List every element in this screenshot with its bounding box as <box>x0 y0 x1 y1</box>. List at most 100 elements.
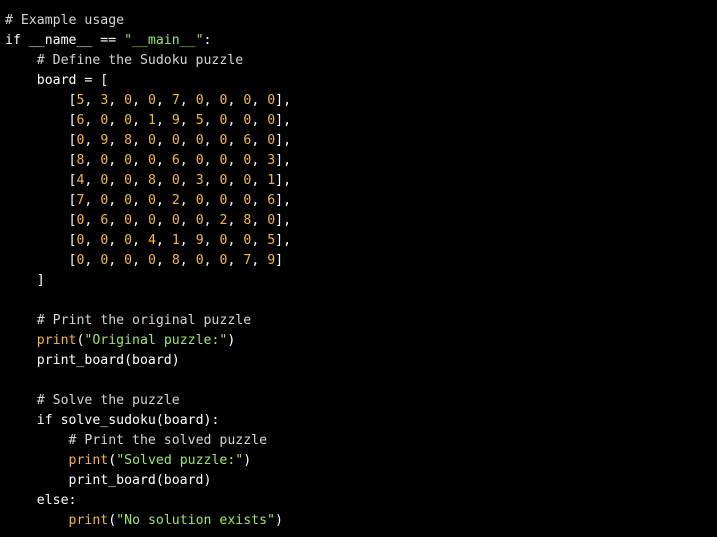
code-token-plain: , <box>155 153 172 168</box>
code-token-number: 0 <box>195 253 204 268</box>
code-token-plain: , <box>132 193 148 208</box>
code-token-plain: [ <box>5 213 77 228</box>
code-token-number: 0 <box>124 113 133 128</box>
code-token-plain: , <box>227 233 244 248</box>
code-token-number: 7 <box>171 93 180 108</box>
code-token-plain: , <box>203 113 220 128</box>
code-token-plain: : <box>203 33 212 48</box>
code-token-plain: , <box>108 153 125 168</box>
code-line: [6, 0, 0, 1, 9, 5, 0, 0, 0], <box>5 111 292 131</box>
code-token-plain: , <box>108 233 125 248</box>
code-line: # Print the original puzzle <box>5 311 291 331</box>
code-token-plain: , <box>84 193 101 208</box>
code-token-number: 0 <box>195 193 204 208</box>
code-token-plain: , <box>203 213 220 228</box>
code-token-number: 9 <box>267 253 276 268</box>
code-token-plain: ], <box>275 153 292 168</box>
code-token-plain: , <box>155 253 172 268</box>
code-token-number: 0 <box>124 93 133 108</box>
code-token-number: 3 <box>267 153 276 168</box>
code-line: ​ <box>5 371 291 391</box>
code-token-plain: , <box>108 133 125 148</box>
code-line: print_board(board) <box>5 471 291 491</box>
code-token-plain: , <box>132 153 148 168</box>
code-token-plain: print_board(board) <box>5 473 212 488</box>
code-token-number: 4 <box>148 233 156 248</box>
code-token-number: 9 <box>195 233 204 248</box>
code-token-plain: ) <box>227 333 236 348</box>
code-token-plain: , <box>251 213 268 228</box>
code-token-plain: ) <box>243 453 252 468</box>
code-token-plain: , <box>227 213 244 228</box>
code-line: [0, 9, 8, 0, 0, 0, 0, 6, 0], <box>5 131 292 151</box>
code-token-number: 0 <box>195 213 204 228</box>
code-token-string: "Original puzzle:" <box>84 333 228 348</box>
code-token-plain: , <box>155 193 172 208</box>
code-token-plain: __name__ == <box>20 33 125 48</box>
code-line: board = [ <box>5 71 291 91</box>
code-token-plain: , <box>132 233 148 248</box>
code-line: [0, 0, 0, 4, 1, 9, 0, 0, 5], <box>5 231 292 251</box>
code-token-plain: , <box>203 153 220 168</box>
code-token-plain: print_board(board) <box>5 353 180 368</box>
code-token-plain: , <box>179 233 196 248</box>
code-token-plain: , <box>227 173 244 188</box>
code-token-plain: ] <box>5 273 45 288</box>
code-token-plain: , <box>155 133 172 148</box>
code-token-plain: ], <box>275 93 292 108</box>
code-token-number: 6 <box>267 193 276 208</box>
code-token-number: 0 <box>124 153 133 168</box>
code-editor[interactable]: # Example usage if __name__ == "__main__"… <box>0 0 717 537</box>
code-token-plain: , <box>132 173 148 188</box>
code-token-plain: , <box>179 173 196 188</box>
code-token-plain: ( <box>108 513 117 528</box>
code-token-plain: ], <box>275 233 292 248</box>
code-token-builtin: print <box>68 453 109 468</box>
code-token-plain: , <box>251 153 268 168</box>
code-token-plain: , <box>203 253 220 268</box>
code-token-string: "No solution exists" <box>116 513 275 528</box>
code-token-number: 0 <box>267 113 276 128</box>
code-token-plain: [ <box>5 153 77 168</box>
code-token-plain: , <box>84 93 101 108</box>
code-token-plain: , <box>251 93 268 108</box>
code-token-plain: , <box>155 233 172 248</box>
code-token-keyword: if <box>5 33 21 48</box>
code-token-keyword: else <box>36 493 69 508</box>
code-token-plain: , <box>108 173 125 188</box>
code-token-number: 0 <box>124 213 133 228</box>
code-token-number: 0 <box>148 93 156 108</box>
code-line: # Print the solved puzzle <box>5 431 291 451</box>
code-token-comment: # Print the solved puzzle <box>68 433 268 448</box>
code-token-number: 0 <box>124 253 133 268</box>
code-token-number: 0 <box>124 233 133 248</box>
code-token-plain: , <box>179 113 196 128</box>
code-token-number: 5 <box>267 233 276 248</box>
code-token-number: 0 <box>195 133 204 148</box>
code-token-number: 0 <box>124 193 133 208</box>
code-token-string: "__main__" <box>124 33 204 48</box>
code-token-plain: [ <box>5 173 77 188</box>
code-token-plain: , <box>227 133 244 148</box>
code-token-string: "Solved puzzle:" <box>116 453 244 468</box>
code-line: [5, 3, 0, 0, 7, 0, 0, 0, 0], <box>5 91 292 111</box>
code-line: # Define the Sudoku puzzle <box>5 51 291 71</box>
code-token-plain: ] <box>275 253 284 268</box>
code-token-plain: , <box>108 253 125 268</box>
code-line: print("Solved puzzle:") <box>5 451 291 471</box>
code-token-plain: ], <box>275 213 292 228</box>
code-token-plain: ], <box>275 173 292 188</box>
code-token-plain: , <box>251 173 268 188</box>
code-token-plain: [ <box>5 113 77 128</box>
code-token-plain: , <box>179 213 196 228</box>
code-token-plain: ], <box>275 193 292 208</box>
code-token-number: 0 <box>171 213 180 228</box>
code-token-number: 1 <box>267 173 276 188</box>
code-token-number: 0 <box>267 133 276 148</box>
code-token-number: 3 <box>195 173 204 188</box>
code-token-plain: , <box>84 253 101 268</box>
